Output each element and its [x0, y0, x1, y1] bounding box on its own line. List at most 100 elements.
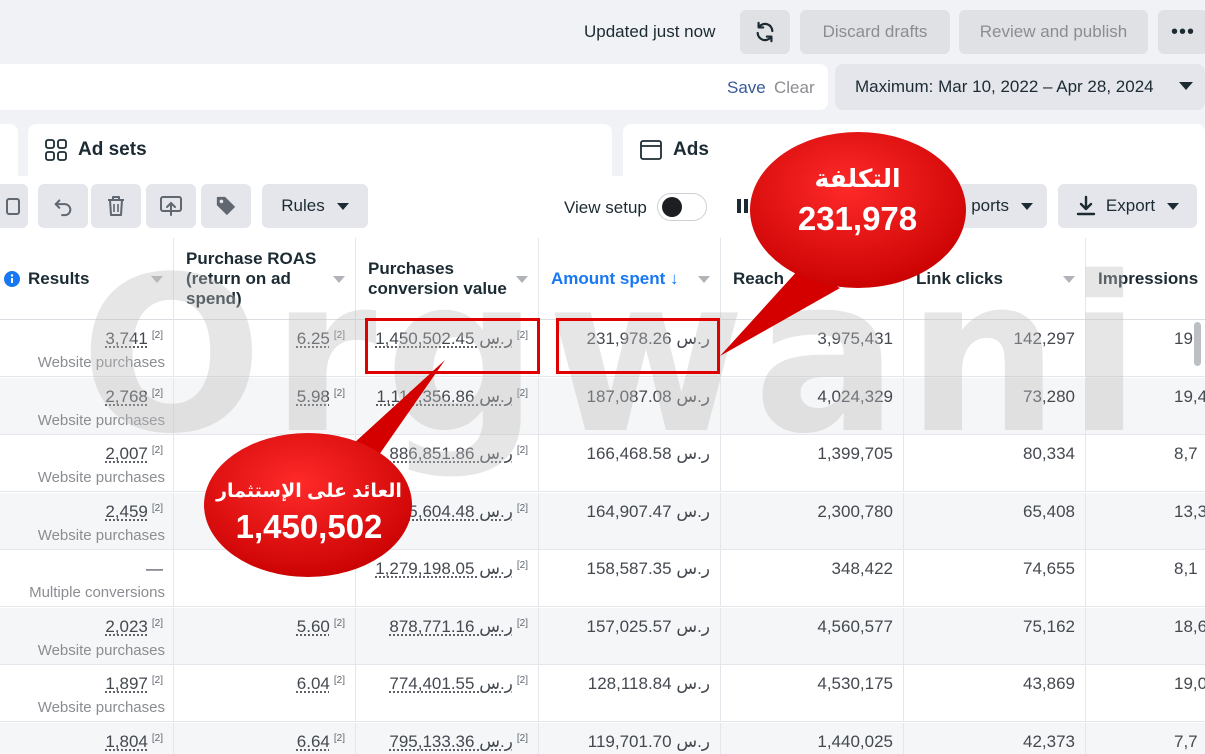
- column-header-impressions[interactable]: Impressions: [1086, 238, 1205, 320]
- columns-button[interactable]: [722, 184, 772, 228]
- cell-value: 1,119,356.86 ر.س [2]: [376, 387, 528, 407]
- table-row[interactable]: 1,804 [2] 6.64 [2] 795,133.36 ر.س [2] 119,701.…: [0, 723, 1205, 754]
- footnote-mark: [2]: [517, 733, 528, 744]
- search-filter-bar[interactable]: [0, 64, 828, 110]
- footnote-mark: [2]: [517, 618, 528, 629]
- cell-value: 187,087.08 ر.س: [587, 387, 711, 407]
- toggle-knob: [662, 197, 682, 217]
- table-scrollbar[interactable]: [1194, 322, 1201, 366]
- column-label-conversion-value: Purchases conversion value: [368, 259, 508, 299]
- footnote-mark: [2]: [334, 618, 345, 629]
- trash-icon: [106, 195, 126, 217]
- cell-value: 774,401.55 ر.س [2]: [389, 674, 528, 694]
- cell-impr: 7,7: [1086, 723, 1205, 754]
- tag-button[interactable]: [201, 184, 251, 228]
- rules-dropdown[interactable]: Rules: [262, 184, 368, 228]
- table-row[interactable]: 2,023 [2] Website purchases 5.60 [2] 878,771.…: [0, 608, 1205, 665]
- cell-reach: 2,300,780: [721, 493, 904, 550]
- ab-test-icon: [159, 195, 183, 217]
- cell-value: 348,422: [832, 559, 893, 579]
- review-publish-button[interactable]: Review and publish: [959, 10, 1148, 54]
- footnote-mark: [2]: [152, 388, 163, 399]
- cell-impr: 19,4: [1086, 378, 1205, 435]
- export-dropdown[interactable]: Export: [1058, 184, 1197, 228]
- cell-value: 43,869: [1023, 674, 1075, 694]
- cell-value: 75,162: [1023, 617, 1075, 637]
- cell-reach: 1,399,705: [721, 435, 904, 492]
- clear-search-link[interactable]: Clear: [774, 78, 815, 98]
- column-header-results[interactable]: Results: [0, 238, 174, 320]
- chevron-down-icon: [1179, 82, 1193, 90]
- cell-reach: 348,422: [721, 550, 904, 607]
- cell-reach: 4,024,329: [721, 378, 904, 435]
- tab-ad-sets[interactable]: Ad sets: [28, 124, 612, 176]
- discard-drafts-button[interactable]: Discard drafts: [800, 10, 950, 54]
- delete-button[interactable]: [91, 184, 141, 228]
- footnote-mark: [2]: [517, 675, 528, 686]
- date-range-picker[interactable]: Maximum: Mar 10, 2022 – Apr 28, 2024: [835, 64, 1205, 110]
- chevron-down-icon: [1021, 203, 1033, 210]
- cell-value: 5.60 [2]: [297, 617, 345, 637]
- cell-value: 19,0: [1174, 674, 1205, 694]
- cell-value: 6.64 [2]: [297, 732, 345, 752]
- cell-value: 80,334: [1023, 444, 1075, 464]
- column-header-amount-spent[interactable]: Amount spent ↓: [539, 238, 721, 320]
- chevron-down-icon: [151, 276, 163, 283]
- cell-value: 6.25 [2]: [297, 329, 345, 349]
- chevron-down-icon: [1063, 276, 1075, 283]
- refresh-button[interactable]: [740, 10, 790, 54]
- column-label-results: Results: [28, 269, 89, 289]
- cell-impr: 8,7: [1086, 435, 1205, 492]
- cell-conv: 1,119,356.86 ر.س [2]: [356, 378, 539, 435]
- table-row[interactable]: 2,768 [2] Website purchases 5.98 [2] 1,119,35…: [0, 378, 1205, 435]
- cell-value: 886,851.86 ر.س [2]: [389, 444, 528, 464]
- cell-roas: 6.25 [2]: [174, 320, 356, 377]
- table-row[interactable]: 2,459 [2] Website purchases 5,604.48 ر.س [2]…: [0, 493, 1205, 550]
- refresh-icon: [754, 21, 776, 43]
- footnote-mark: [2]: [334, 675, 345, 686]
- tab-ads[interactable]: Ads: [623, 124, 1205, 176]
- reports-dropdown[interactable]: ports: [930, 184, 1047, 228]
- cell-value: 13,3: [1174, 502, 1205, 522]
- cell-value: 795,133.36 ر.س [2]: [389, 732, 528, 752]
- column-header-reach[interactable]: Reach: [721, 238, 904, 320]
- view-setup-toggle[interactable]: [657, 193, 707, 221]
- cell-value: 4,530,175: [817, 674, 893, 694]
- cell-value: 74,655: [1023, 559, 1075, 579]
- cell-conv: 1,279,198.05 ر.س [2]: [356, 550, 539, 607]
- cell-value: 7,7: [1174, 732, 1198, 752]
- updated-status: Updated just now: [584, 22, 715, 42]
- cell-conv: 878,771.16 ر.س [2]: [356, 608, 539, 665]
- more-options-button[interactable]: •••: [1158, 10, 1205, 54]
- chevron-down-icon: [698, 276, 710, 283]
- ab-test-button[interactable]: [146, 184, 196, 228]
- cell-impr: 19,0: [1086, 665, 1205, 722]
- column-header-roas[interactable]: Purchase ROAS (return on ad spend): [174, 238, 356, 320]
- column-header-link-clicks[interactable]: Link clicks: [904, 238, 1086, 320]
- cell-value: 5.98 [2]: [297, 387, 345, 407]
- tab-campaigns[interactable]: [0, 124, 18, 176]
- table-row[interactable]: 1,897 [2] Website purchases 6.04 [2] 774,401.…: [0, 665, 1205, 722]
- footnote-mark: [2]: [334, 330, 345, 341]
- cell-value: 128,118.84 ر.س: [588, 674, 710, 694]
- column-header-conversion-value[interactable]: Purchases conversion value: [356, 238, 539, 320]
- cell-clicks: 74,655: [904, 550, 1086, 607]
- cell-conv: 795,133.36 ر.س [2]: [356, 723, 539, 754]
- cell-impr: 8,1: [1086, 550, 1205, 607]
- cell-spent: 166,468.58 ر.س: [539, 435, 721, 492]
- undo-button[interactable]: [38, 184, 88, 228]
- cell-reach: 4,560,577: [721, 608, 904, 665]
- table-row[interactable]: — Multiple conversions 1,279,198.05 ر.س [2]…: [0, 550, 1205, 607]
- export-label: Export: [1106, 196, 1155, 216]
- cell-roas: [174, 550, 356, 607]
- ad-window-icon: [639, 138, 663, 162]
- cell-value: 6.04 [2]: [297, 674, 345, 694]
- footnote-mark: [2]: [517, 445, 528, 456]
- cell-value: 65,408: [1023, 502, 1075, 522]
- cell-roas: 5.60 [2]: [174, 608, 356, 665]
- save-search-link[interactable]: Save: [727, 78, 766, 98]
- table-row[interactable]: 2,007 [2] Website purchases 886,851.86 ر.س[…: [0, 435, 1205, 492]
- cell-impr: 18,6: [1086, 608, 1205, 665]
- cell-value: 2,023 [2]: [105, 617, 163, 637]
- duplicate-button[interactable]: [0, 184, 28, 228]
